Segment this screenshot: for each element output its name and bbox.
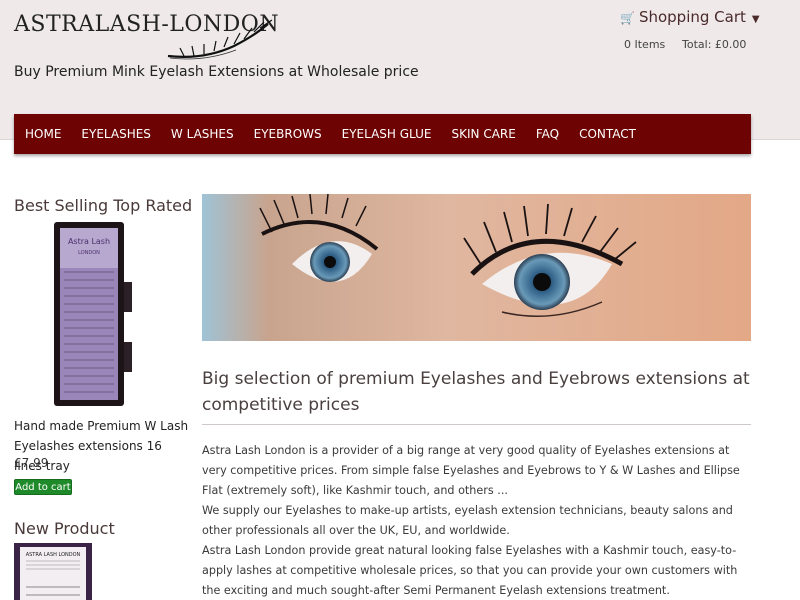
new-product-title: New Product xyxy=(14,519,115,538)
cart-title-label: Shopping Cart xyxy=(638,8,746,26)
cart-title[interactable]: 🛒 Shopping Cart ▼ xyxy=(620,8,760,26)
site-logo[interactable]: ASTRALASH-LONDON xyxy=(14,6,279,60)
best-selling-title: Best Selling Top Rated xyxy=(14,196,193,215)
nav-item-faq[interactable]: FAQ xyxy=(526,114,569,154)
best-selling-product-price: £7.99 xyxy=(14,456,49,470)
supply-paragraph: We supply our Eyelashes to make-up artis… xyxy=(202,504,733,537)
eyes-banner-image xyxy=(202,194,751,341)
main-heading: Big selection of premium Eyelashes and E… xyxy=(202,369,750,415)
cart-icon: 🛒 xyxy=(620,11,635,25)
nav-item-w-lashes[interactable]: W LASHES xyxy=(161,114,244,154)
provide-paragraph: Astra Lash London provide great natural … xyxy=(202,544,738,597)
cart-total: Total: £0.00 xyxy=(682,38,747,51)
nav-item-contact[interactable]: CONTACT xyxy=(569,114,646,154)
main-navigation: HOME EYELASHES W LASHES EYEBROWS EYELASH… xyxy=(14,114,751,154)
chevron-down-icon: ▼ xyxy=(751,14,760,25)
nav-item-eyebrows[interactable]: EYEBROWS xyxy=(244,114,332,154)
tray-brand-label: Astra Lash xyxy=(68,237,110,246)
sidebar: Best Selling Top Rated Astra Lash LONDON… xyxy=(14,196,193,600)
cart-item-count: 0 Items xyxy=(624,38,666,51)
main-content: Astra Lash London is a provider of a big… xyxy=(202,441,751,600)
nav-item-home[interactable]: HOME xyxy=(14,114,71,154)
eyelash-logo-icon xyxy=(167,19,273,60)
nav-item-eyelash-glue[interactable]: EYELASH GLUE xyxy=(332,114,442,154)
nav-item-skin-care[interactable]: SKIN CARE xyxy=(442,114,526,154)
new-product-brand-label: ASTRA LASH LONDON xyxy=(26,552,81,558)
intro-paragraph: Astra Lash London is a provider of a big… xyxy=(202,444,740,497)
best-selling-product-image[interactable]: Astra Lash LONDON xyxy=(50,222,134,406)
new-product-image[interactable]: ASTRA LASH LONDON xyxy=(14,543,92,600)
nav-item-eyelashes[interactable]: EYELASHES xyxy=(71,114,161,154)
heading-divider xyxy=(202,424,751,425)
shopping-cart[interactable]: 🛒 Shopping Cart ▼ 0 Items Total: £0.00 xyxy=(620,6,770,56)
tray-brand-sublabel: LONDON xyxy=(78,250,100,256)
site-tagline: Buy Premium Mink Eyelash Extensions at W… xyxy=(14,64,419,80)
add-to-cart-button[interactable]: Add to cart xyxy=(14,479,72,495)
